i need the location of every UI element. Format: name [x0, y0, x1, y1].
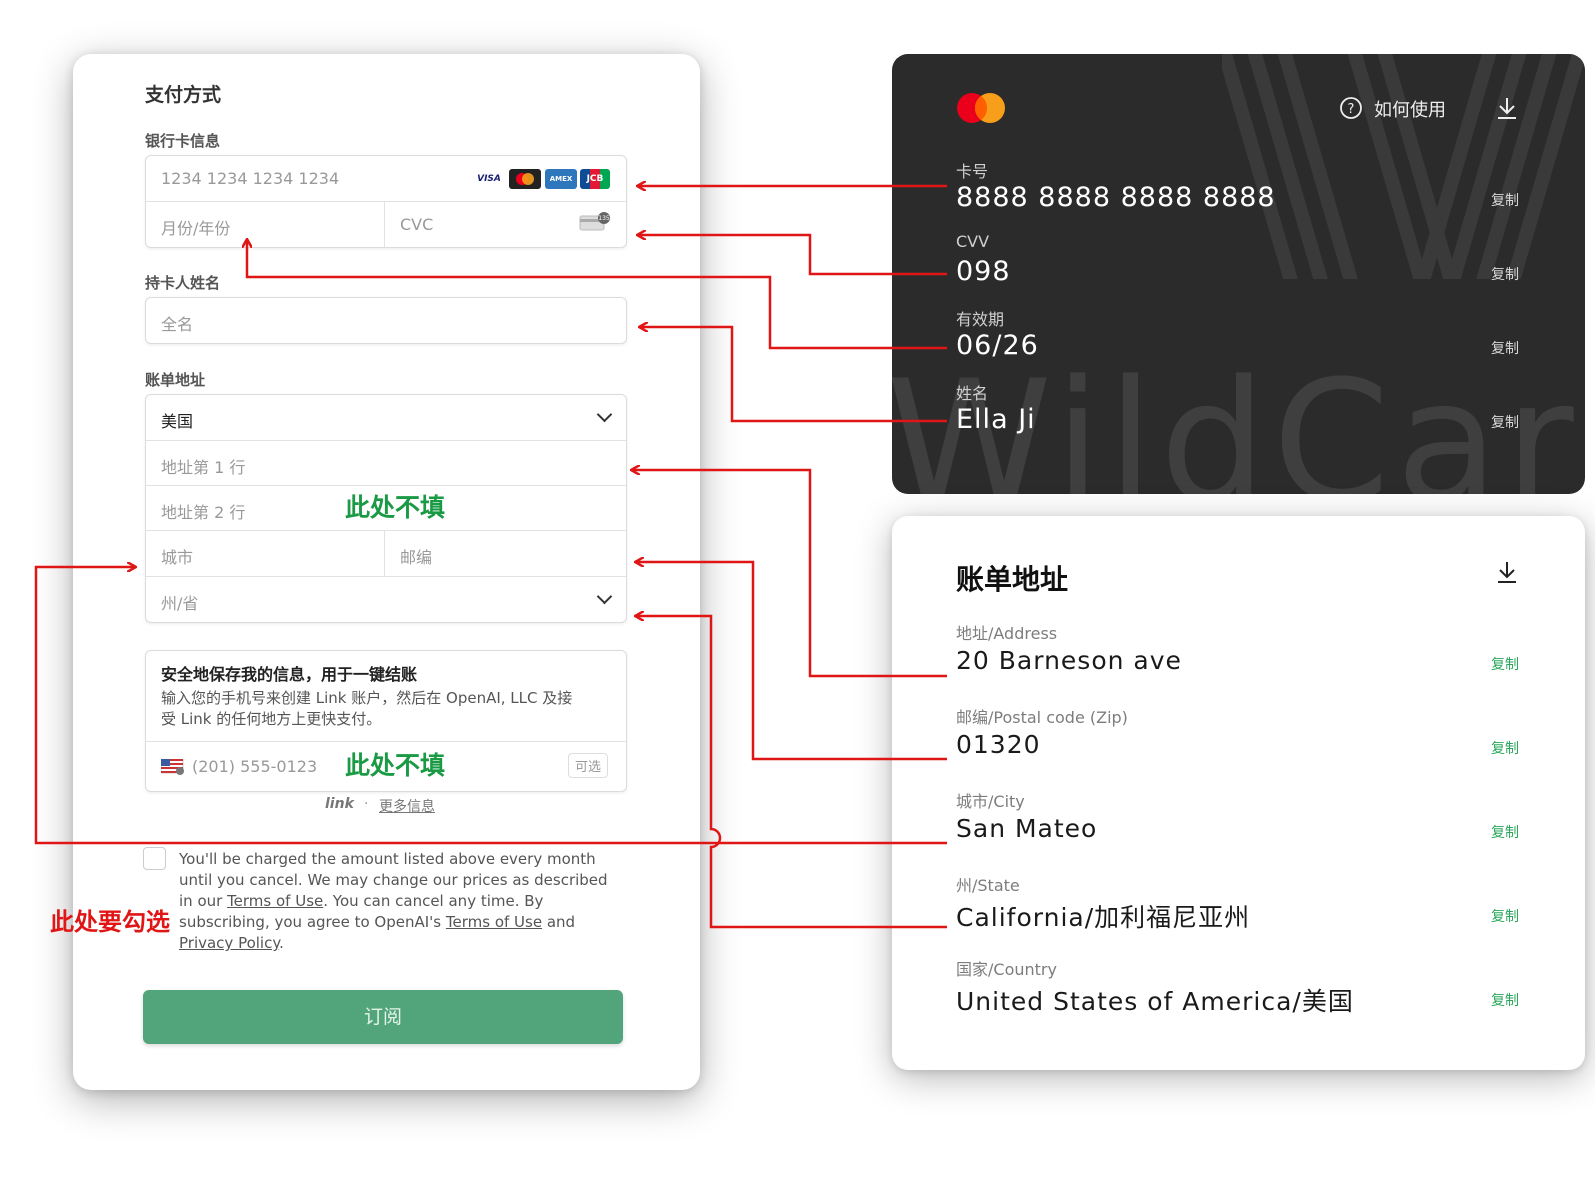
arrow-cvv — [638, 235, 947, 276]
annotation-arrows — [34, 0, 947, 929]
arrow-zip — [636, 562, 947, 761]
arrow-address — [632, 470, 947, 678]
arrow-name — [640, 327, 947, 423]
arrow-expiry — [247, 240, 947, 350]
arrow-state — [636, 616, 947, 929]
